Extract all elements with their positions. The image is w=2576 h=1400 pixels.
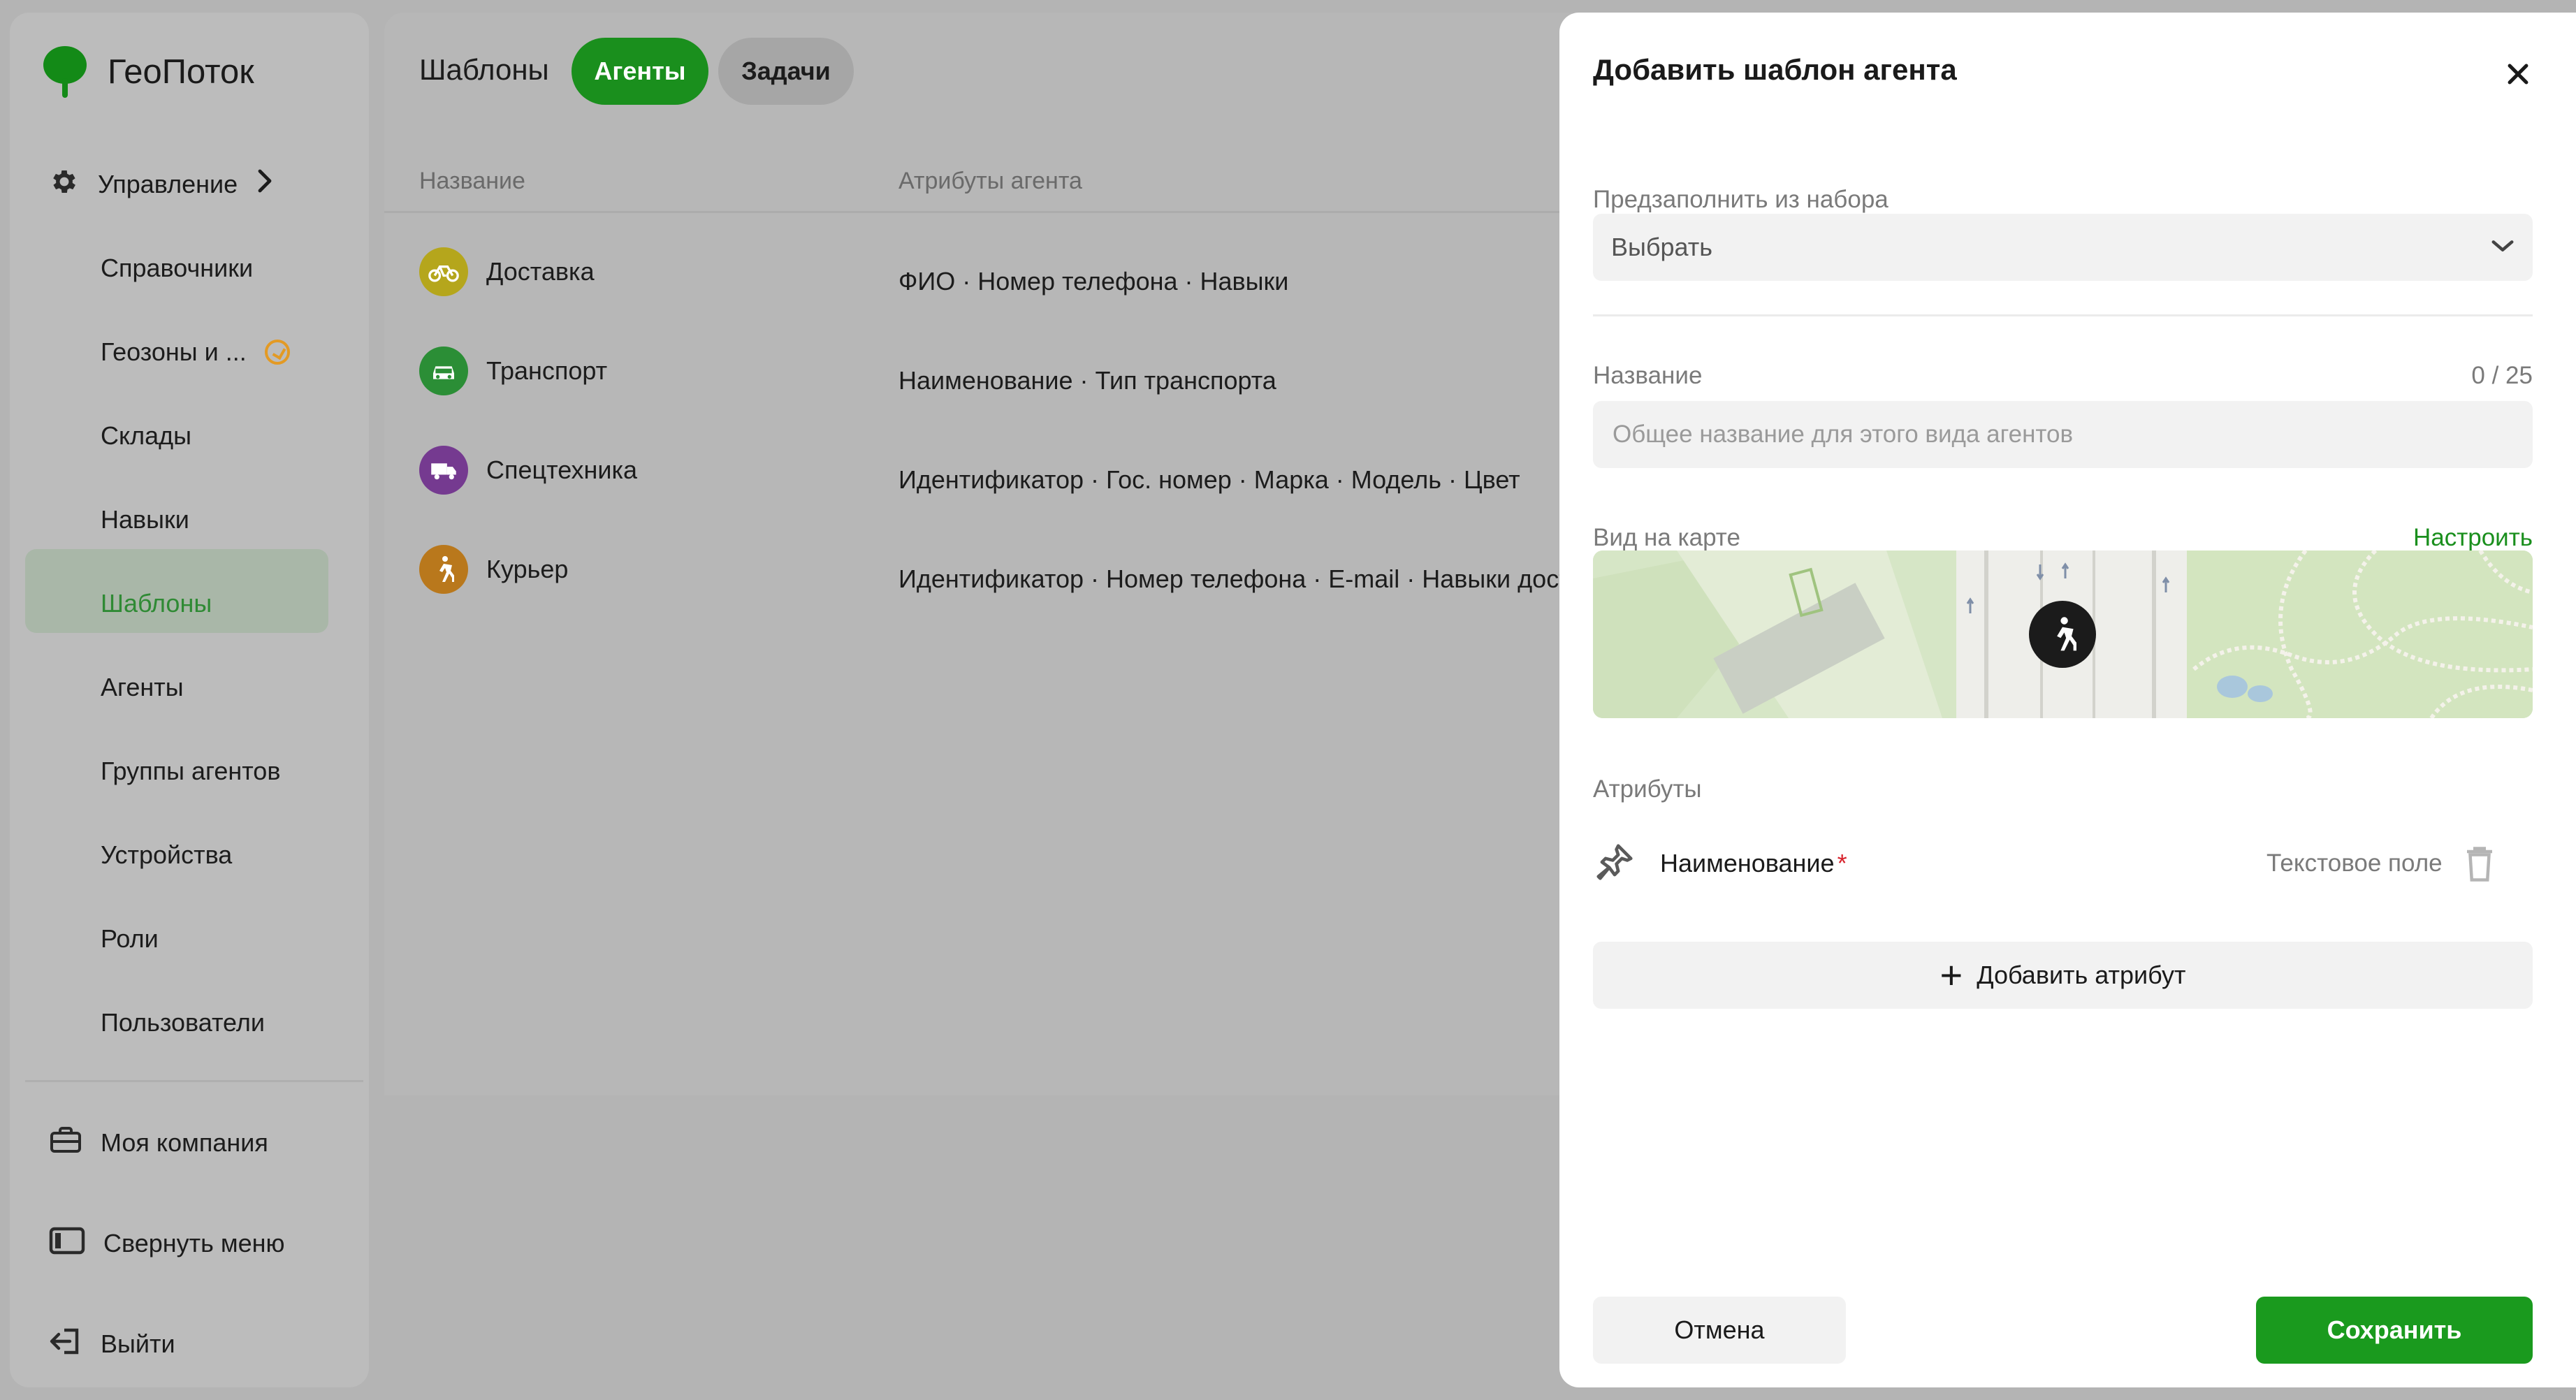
sidebar-item-label: Роли — [101, 924, 159, 953]
collapse-icon — [49, 1227, 85, 1261]
gear-icon — [49, 166, 80, 203]
sidebar-item-agents[interactable]: Агенты — [101, 666, 184, 708]
car-icon — [419, 347, 468, 395]
row-name: Курьер — [486, 555, 569, 583]
table-row[interactable]: Спецтехника — [419, 446, 637, 495]
chevron-down-icon — [2491, 239, 2515, 256]
sidebar-item-roles[interactable]: Роли — [101, 918, 159, 960]
list-footer-area — [384, 1095, 1572, 1387]
clock-icon — [264, 340, 290, 365]
sidebar: ГеоПоток Управление Справочники Геозоны … — [10, 13, 369, 1387]
map-preview[interactable] — [1593, 550, 2533, 718]
cancel-button[interactable]: Отмена — [1593, 1297, 1846, 1364]
sidebar-item-directories[interactable]: Справочники — [101, 247, 253, 289]
sidebar-item-warehouses[interactable]: Склады — [101, 415, 191, 457]
sidebar-item-geozones[interactable]: Геозоны и ... — [101, 331, 290, 373]
bicycle-icon — [419, 247, 468, 296]
row-attributes: Наименование · Тип транспорта — [898, 366, 1276, 395]
map-view-label: Вид на карте — [1593, 524, 1740, 551]
table-row[interactable]: Курьер — [419, 545, 568, 594]
name-input[interactable] — [1593, 401, 2533, 468]
app-window: ГеоПоток Управление Справочники Геозоны … — [0, 0, 2576, 1400]
column-header-attributes[interactable]: Атрибуты агента — [898, 168, 1082, 195]
logout-icon — [49, 1326, 82, 1363]
sidebar-item-label: Шаблоны — [101, 589, 212, 618]
walker-icon — [2049, 616, 2077, 656]
page-title: Шаблоны — [419, 53, 549, 86]
sidebar-item-label: Группы агентов — [101, 757, 281, 785]
configure-link[interactable]: Настроить — [2413, 524, 2533, 552]
sidebar-item-label: Моя компания — [101, 1128, 268, 1157]
sidebar-item-label: Пользователи — [101, 1008, 265, 1037]
row-attributes: Идентификатор · Гос. номер · Марка · Мод… — [898, 465, 1520, 494]
sidebar-item-skills[interactable]: Навыки — [101, 499, 189, 541]
close-icon — [2506, 62, 2530, 89]
trash-icon[interactable] — [2464, 845, 2496, 887]
name-label: Название — [1593, 362, 1703, 389]
briefcase-icon — [49, 1125, 82, 1162]
section-divider — [1593, 314, 2533, 316]
attributes-label: Атрибуты — [1593, 775, 1702, 803]
save-button[interactable]: Сохранить — [2256, 1297, 2533, 1364]
prefill-select[interactable]: Выбрать — [1593, 214, 2533, 281]
sidebar-item-label: Свернуть меню — [103, 1229, 285, 1257]
sidebar-item-label: Геозоны и ... — [101, 337, 247, 366]
prefill-label: Предзаполнить из набора — [1593, 186, 1889, 213]
pin-icon[interactable] — [1593, 840, 1636, 887]
app-logo[interactable]: ГеоПоток — [43, 46, 254, 98]
sidebar-item-collapse-menu[interactable]: Свернуть меню — [49, 1223, 285, 1264]
row-attributes: Идентификатор · Номер телефона · E-mail … — [898, 564, 1623, 593]
add-agent-template-panel: Добавить шаблон агента Предзаполнить из … — [1559, 13, 2576, 1387]
logo-leaf-icon — [43, 46, 87, 98]
row-name: Доставка — [486, 257, 595, 286]
sidebar-item-label: Управление — [98, 170, 238, 198]
row-attributes: ФИО · Номер телефона · Навыки — [898, 267, 1289, 296]
sidebar-item-agent-groups[interactable]: Группы агентов — [101, 750, 280, 792]
attribute-type: Текстовое поле — [2266, 850, 2443, 877]
table-header-divider — [384, 211, 1572, 213]
sidebar-item-label: Устройства — [101, 840, 233, 869]
add-attribute-label: Добавить атрибут — [1977, 961, 2186, 989]
chevron-right-icon — [256, 168, 272, 200]
sidebar-item-devices[interactable]: Устройства — [101, 834, 232, 876]
close-button[interactable] — [2500, 57, 2536, 94]
prefill-select-value: Выбрать — [1611, 233, 1713, 261]
templates-page: Шаблоны Агенты Задачи Название Атрибуты … — [384, 13, 1622, 1387]
add-attribute-button[interactable]: + Добавить атрибут — [1593, 942, 2533, 1009]
sidebar-item-users[interactable]: Пользователи — [101, 1002, 265, 1044]
sidebar-item-management[interactable]: Управление — [49, 163, 272, 205]
app-name: ГеоПоток — [108, 53, 254, 91]
attribute-name-text: Наименование — [1660, 849, 1835, 877]
column-header-name[interactable]: Название — [419, 168, 525, 195]
walker-icon — [419, 545, 468, 594]
sidebar-item-my-company[interactable]: Моя компания — [49, 1122, 268, 1164]
name-char-counter: 0 / 25 — [2471, 362, 2533, 389]
row-name: Спецтехника — [486, 455, 637, 484]
plus-icon: + — [1940, 953, 1963, 997]
sidebar-item-label: Склады — [101, 421, 192, 450]
attribute-row: Наименование * Текстовое поле — [1593, 829, 2533, 898]
sidebar-item-templates[interactable]: Шаблоны — [101, 583, 212, 625]
sidebar-item-label: Выйти — [101, 1329, 175, 1358]
table-row[interactable]: Транспорт — [419, 347, 607, 395]
sidebar-item-label: Навыки — [101, 505, 189, 534]
panel-title: Добавить шаблон агента — [1593, 53, 1957, 86]
tab-agents[interactable]: Агенты — [572, 38, 708, 105]
sidebar-item-label: Справочники — [101, 254, 254, 282]
truck-icon — [419, 446, 468, 495]
table-row[interactable]: Доставка — [419, 247, 595, 296]
sidebar-divider — [25, 1080, 363, 1082]
row-name: Транспорт — [486, 356, 608, 385]
sidebar-item-logout[interactable]: Выйти — [49, 1323, 175, 1365]
sidebar-item-label: Агенты — [101, 673, 184, 701]
required-mark: * — [1837, 849, 1847, 877]
tab-tasks[interactable]: Задачи — [718, 38, 854, 105]
attribute-name: Наименование * — [1660, 849, 1847, 878]
